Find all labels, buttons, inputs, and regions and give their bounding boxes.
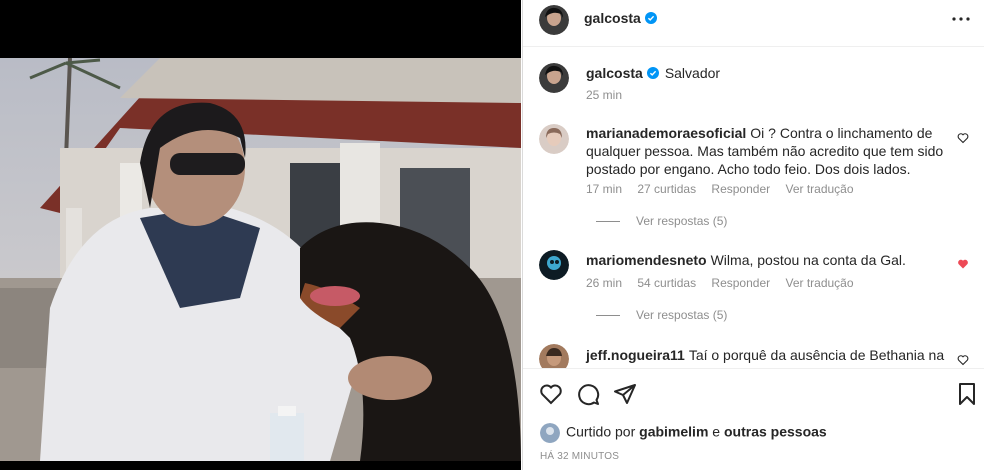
- caption-row: galcosta Salvador 25 min: [539, 61, 969, 102]
- share-icon[interactable]: [613, 382, 637, 406]
- more-options-icon[interactable]: [951, 12, 971, 26]
- caption-username[interactable]: galcosta: [586, 65, 643, 81]
- comment-likes[interactable]: 54 curtidas: [637, 276, 696, 290]
- comment-like-icon[interactable]: [957, 354, 969, 366]
- liked-by-others[interactable]: outras pessoas: [724, 424, 827, 440]
- comment-liked-heart-icon[interactable]: [957, 258, 969, 270]
- reply-button[interactable]: Responder: [711, 276, 770, 290]
- translate-button[interactable]: Ver tradução: [785, 182, 853, 196]
- comment-like-icon[interactable]: [957, 132, 969, 144]
- post-photo: [0, 58, 521, 461]
- comment-time[interactable]: 26 min: [586, 276, 622, 290]
- commenter-avatar[interactable]: [539, 344, 569, 368]
- heart-icon[interactable]: [539, 382, 563, 406]
- comment-username[interactable]: marianademoraesoficial: [586, 125, 746, 141]
- liked-by-avatar[interactable]: [540, 423, 560, 443]
- caption-time[interactable]: 25 min: [586, 88, 622, 102]
- comment-item: jeff.nogueira11 Taí o porquê da ausência …: [539, 344, 969, 368]
- liked-by: Curtido por gabimelim e outras pessoas: [540, 423, 827, 443]
- comment-time[interactable]: 17 min: [586, 182, 622, 196]
- author-avatar[interactable]: [539, 63, 569, 93]
- view-replies-button[interactable]: Ver respostas (5): [596, 308, 727, 322]
- author-username[interactable]: galcosta: [584, 10, 657, 26]
- author-avatar[interactable]: [539, 5, 569, 35]
- comment-text: Wilma, postou na conta da Gal.: [710, 252, 906, 268]
- commenter-avatar[interactable]: [539, 124, 569, 154]
- translate-button[interactable]: Ver tradução: [785, 276, 853, 290]
- verified-badge-icon: [644, 12, 657, 24]
- comment-likes[interactable]: 27 curtidas: [637, 182, 696, 196]
- post-header: galcosta: [523, 0, 984, 47]
- comment-item: marianademoraesoficial Oi ? Contra o linc…: [539, 122, 969, 232]
- post-location[interactable]: Salvador: [665, 65, 720, 81]
- post-timestamp[interactable]: HÁ 32 MINUTOS: [540, 451, 619, 462]
- verified-badge-icon: [646, 67, 659, 79]
- post-actions: Curtido por gabimelim e outras pessoas H…: [523, 368, 984, 470]
- comment-text: Taí o porquê da ausência de Bethania na: [688, 347, 945, 363]
- post-details-panel: galcosta galcosta Salvador 25 min mariana…: [522, 0, 984, 470]
- comment-username[interactable]: mariomendesneto: [586, 252, 707, 268]
- comment-icon[interactable]: [576, 382, 600, 406]
- reply-button[interactable]: Responder: [711, 182, 770, 196]
- bookmark-icon[interactable]: [955, 382, 979, 406]
- comments-list[interactable]: galcosta Salvador 25 min marianademoraeso…: [523, 48, 984, 368]
- comment-username[interactable]: jeff.nogueira11: [586, 347, 685, 363]
- commenter-avatar[interactable]: [539, 250, 569, 280]
- liked-by-user[interactable]: gabimelim: [639, 424, 708, 440]
- view-replies-button[interactable]: Ver respostas (5): [596, 214, 727, 228]
- comment-item: mariomendesneto Wilma, postou na conta da…: [539, 248, 969, 328]
- replies-divider: [596, 315, 620, 317]
- post-media[interactable]: [0, 0, 521, 470]
- replies-divider: [596, 221, 620, 223]
